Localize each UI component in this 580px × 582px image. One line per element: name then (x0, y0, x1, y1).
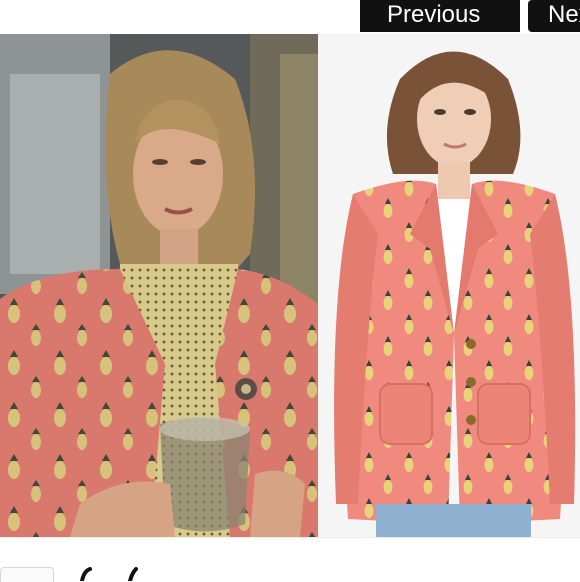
tv-still-photo[interactable] (0, 34, 318, 537)
previous-label: Previous (387, 1, 481, 28)
bottom-strip (0, 537, 580, 582)
script-heading-fragment-icon (80, 567, 138, 581)
top-navigation: Previous Next (0, 0, 580, 34)
next-button[interactable]: Next (528, 0, 580, 32)
tv-still-illustration (0, 34, 318, 537)
divider (0, 537, 580, 538)
previous-button[interactable]: Previous (360, 0, 520, 32)
product-model-photo[interactable] (318, 34, 580, 537)
model-illustration (318, 34, 580, 537)
next-label: Next (548, 1, 580, 28)
